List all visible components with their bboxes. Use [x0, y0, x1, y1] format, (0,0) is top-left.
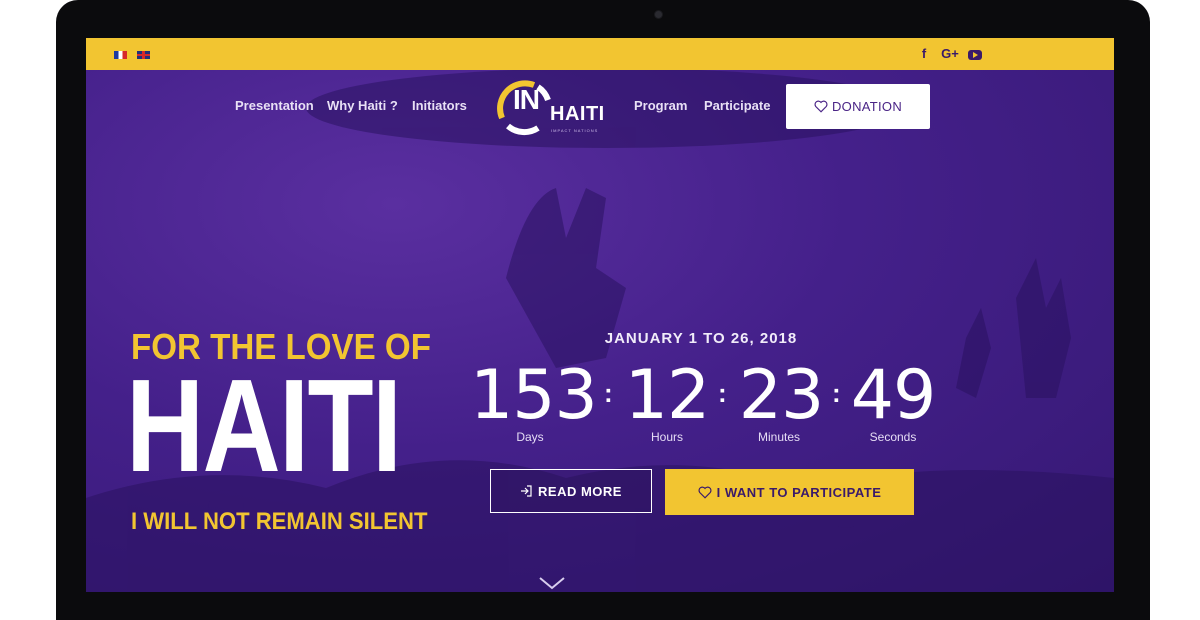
webcam: [655, 11, 662, 18]
googleplus-icon[interactable]: G+: [940, 46, 960, 62]
facebook-icon[interactable]: f: [919, 46, 929, 62]
countdown-seconds-label: Seconds: [869, 430, 917, 444]
top-bar: f G+: [86, 38, 1114, 70]
hero-line-3: I WILL NOT REMAIN SILENT: [131, 508, 428, 535]
countdown-days-label: Days: [516, 430, 544, 444]
logo-in-text: IN: [513, 84, 540, 115]
french-flag-icon[interactable]: [114, 51, 127, 59]
countdown-minutes: 23: [738, 356, 825, 435]
heart-icon: [814, 100, 828, 113]
countdown-hours-label: Hours: [650, 430, 683, 444]
countdown-seconds: 49: [850, 356, 937, 435]
nav-presentation[interactable]: Presentation: [235, 98, 314, 113]
logo-haiti-text: HAITI: [550, 103, 605, 125]
uk-flag-icon[interactable]: [137, 51, 150, 59]
hero-title: HAITI: [126, 352, 402, 499]
countdown-minutes-label: Minutes: [757, 430, 801, 444]
donation-label: DONATION: [831, 99, 903, 114]
scroll-down-chevron-icon[interactable]: [538, 576, 566, 590]
heart-icon: [698, 486, 712, 499]
read-more-label: READ MORE: [538, 483, 622, 499]
sign-in-icon: [521, 485, 532, 497]
countdown-hours: 12: [624, 356, 711, 435]
participate-button[interactable]: I WANT TO PARTICIPATE: [665, 469, 914, 515]
nav-why-haiti[interactable]: Why Haiti ?: [327, 98, 398, 113]
nav-program[interactable]: Program: [634, 98, 687, 113]
nav-initiators[interactable]: Initiators: [412, 98, 467, 113]
read-more-button[interactable]: READ MORE: [490, 469, 652, 513]
participate-label: I WANT TO PARTICIPATE: [716, 484, 882, 500]
countdown-separator: :: [718, 378, 727, 408]
donation-button[interactable]: DONATION: [786, 84, 930, 129]
inhaiti-logo[interactable]: IN HAITI IMPACT NATIONS: [494, 70, 606, 142]
website-screen: f G+ Presentation Why Haiti ? Initiators…: [86, 38, 1114, 592]
countdown-separator: :: [832, 378, 841, 408]
countdown-separator: :: [604, 378, 613, 408]
logo-tagline: IMPACT NATIONS: [551, 128, 599, 133]
youtube-icon[interactable]: [968, 50, 982, 60]
nav-participate[interactable]: Participate: [704, 98, 770, 113]
event-dates: JANUARY 1 TO 26, 2018: [604, 330, 798, 347]
countdown-days: 153: [470, 356, 598, 435]
